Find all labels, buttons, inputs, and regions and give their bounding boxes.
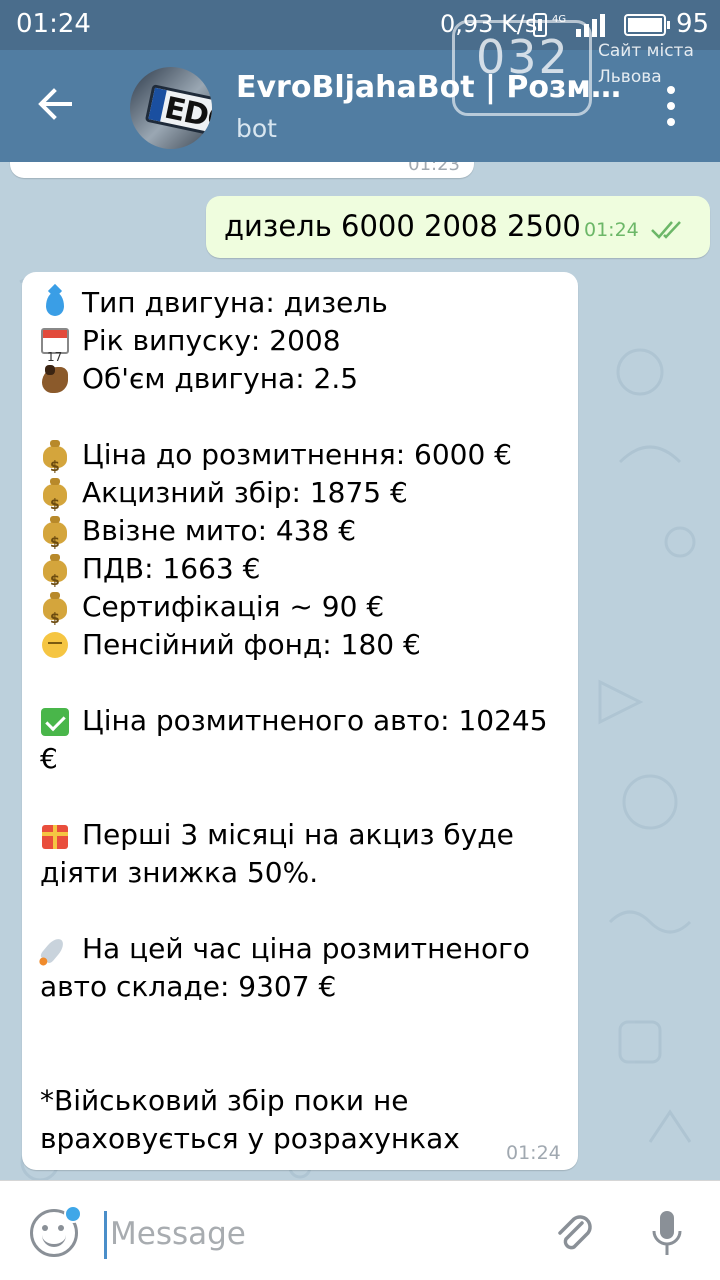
rocket-icon [39, 935, 70, 965]
calendar-icon [40, 326, 70, 376]
horse-icon [40, 364, 70, 394]
droplet-icon [40, 288, 70, 318]
avatar[interactable]: EDO [130, 67, 212, 149]
line-price-before: Ціна до розмитнення: 6000 € [40, 436, 560, 486]
engine-type-text: Тип двигуна: дизель [82, 286, 388, 319]
message-input[interactable] [110, 1207, 530, 1261]
incoming-message-bubble[interactable]: Тип двигуна: дизель Рік випуску: 2008 Об… [22, 272, 578, 1170]
watermark-number: 032 [476, 30, 570, 84]
previous-message-bubble[interactable]: 01:23 [10, 162, 474, 178]
incoming-message-time: 01:24 [506, 1142, 561, 1164]
line-year: Рік випуску: 2008 [40, 322, 560, 376]
current-price-text: На цей час ціна розмитненого авто складе… [40, 932, 530, 1003]
money-bag-icon [40, 440, 70, 486]
line-current-price: На цей час ціна розмитненого авто складе… [39, 930, 560, 1006]
line-certification: Сертифікація ~ 90 € [40, 588, 560, 638]
chat-subtitle: bot [236, 114, 277, 143]
line-import-duty: Ввізне мито: 438 € [40, 512, 560, 562]
previous-message-time: 01:23 [408, 162, 460, 175]
back-arrow-icon[interactable] [30, 78, 82, 130]
import-duty-text: Ввізне мито: 438 € [82, 514, 357, 547]
gift-icon [40, 821, 70, 851]
vat-text: ПДВ: 1663 € [82, 552, 261, 585]
more-menu-icon[interactable] [654, 84, 688, 128]
text-caret [104, 1211, 107, 1259]
watermark-text: Сайт міста Львова [598, 41, 694, 87]
message-input-bar [0, 1180, 720, 1280]
excise-text: Акцизний збір: 1875 € [82, 476, 408, 509]
outgoing-message-text: дизель 6000 2008 2500 [224, 209, 581, 243]
line-discount: Перші 3 місяці на акциз буде діяти знижк… [40, 816, 560, 892]
line-engine-type: Тип двигуна: дизель [40, 284, 560, 322]
notification-dot [64, 1205, 82, 1223]
line-note: *Військовий збір поки не враховується у … [40, 1082, 560, 1158]
line-total-price: Ціна розмитненого авто: 10245 € [40, 702, 560, 778]
battery-level: 95 [676, 9, 710, 39]
microphone-icon[interactable] [650, 1209, 684, 1259]
certification-text: Сертифікація ~ 90 € [82, 590, 385, 623]
year-text: Рік випуску: 2008 [82, 324, 341, 357]
outgoing-message-bubble[interactable]: дизель 6000 2008 2500 01:24 [206, 196, 710, 258]
money-bag-icon [40, 592, 70, 638]
status-time: 01:24 [16, 9, 91, 39]
face-icon [40, 630, 70, 660]
volume-text: Об'єм двигуна: 2.5 [82, 362, 359, 395]
check-mark-icon [40, 707, 70, 737]
discount-text: Перші 3 місяці на акциз буде діяти знижк… [40, 818, 514, 889]
outgoing-message-time: 01:24 [584, 219, 639, 241]
money-bag-icon [40, 478, 70, 524]
line-excise: Акцизний збір: 1875 € [40, 474, 560, 524]
incoming-message-body: Тип двигуна: дизель Рік випуску: 2008 Об… [39, 284, 560, 1158]
line-pension-fund: Пенсійний фонд: 180 € [40, 626, 560, 664]
money-bag-icon [40, 516, 70, 562]
price-before-text: Ціна до розмитнення: 6000 € [82, 438, 512, 471]
license-plate-icon: EDO [144, 84, 212, 139]
battery-icon [624, 14, 670, 36]
avatar-text: EDO [161, 90, 212, 139]
pension-fund-text: Пенсійний фонд: 180 € [82, 628, 421, 661]
double-check-icon [651, 221, 681, 239]
money-bag-icon [40, 554, 70, 600]
total-price-text: Ціна розмитненого авто: 10245 € [40, 704, 548, 775]
line-vat: ПДВ: 1663 € [40, 550, 560, 600]
line-volume: Об'єм двигуна: 2.5 [40, 360, 560, 398]
chat-area[interactable]: 01:23 дизель 6000 2008 2500 01:24 Тип дв… [0, 162, 720, 1180]
paperclip-icon[interactable] [552, 1211, 598, 1257]
note-text: *Військовий збір поки не враховується у … [40, 1084, 460, 1155]
